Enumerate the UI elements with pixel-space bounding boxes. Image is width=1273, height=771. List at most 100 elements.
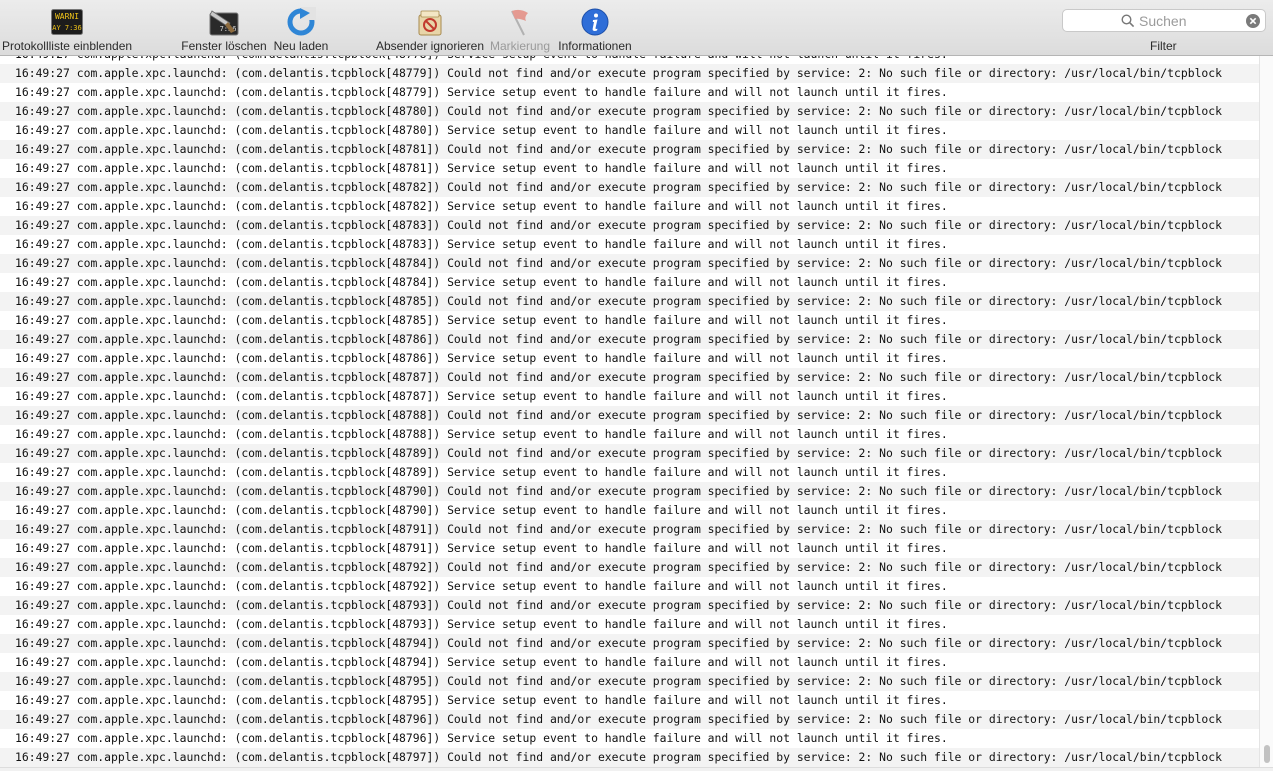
- log-service: com.delantis.tcpblock: [241, 522, 386, 536]
- log-service: com.delantis.tcpblock: [241, 294, 386, 308]
- log-message: Could not find and/or execute program sp…: [447, 180, 1223, 194]
- log-process: com.apple.xpc.launchd:: [76, 674, 228, 688]
- log-row[interactable]: 16:49:27 com.apple.xpc.launchd: (com.del…: [0, 330, 1259, 349]
- scroll-thumb[interactable]: [1264, 745, 1270, 763]
- markierung-button[interactable]: Markierung: [489, 0, 551, 56]
- log-time: 16:49:27: [15, 446, 70, 460]
- log-process: com.apple.xpc.launchd:: [76, 655, 228, 669]
- log-message: Could not find and/or execute program sp…: [447, 712, 1223, 726]
- log-row[interactable]: 16:49:27 com.apple.xpc.launchd: (com.del…: [0, 349, 1259, 368]
- log-row[interactable]: 16:49:27 com.apple.xpc.launchd: (com.del…: [0, 387, 1259, 406]
- log-message: Could not find and/or execute program sp…: [447, 636, 1223, 650]
- log-row[interactable]: 16:49:27 com.apple.xpc.launchd: (com.del…: [0, 64, 1259, 83]
- log-pid: 48795: [392, 674, 427, 688]
- log-time: 16:49:27: [15, 104, 70, 118]
- log-service: com.delantis.tcpblock: [241, 503, 386, 517]
- log-pid: 48789: [392, 446, 427, 460]
- log-row[interactable]: 16:49:27 com.apple.xpc.launchd: (com.del…: [0, 425, 1259, 444]
- log-view[interactable]: 16:49:27 com.apple.xpc.launchd: (com.del…: [0, 56, 1259, 767]
- log-message: Could not find and/or execute program sp…: [447, 446, 1223, 460]
- log-row[interactable]: 16:49:27 com.apple.xpc.launchd: (com.del…: [0, 83, 1259, 102]
- log-row[interactable]: 16:49:27 com.apple.xpc.launchd: (com.del…: [0, 729, 1259, 748]
- log-message: Service setup event to handle failure an…: [447, 161, 948, 175]
- neu-laden-button[interactable]: Neu laden: [272, 0, 330, 56]
- log-process: com.apple.xpc.launchd:: [76, 636, 228, 650]
- log-row[interactable]: 16:49:27 com.apple.xpc.launchd: (com.del…: [0, 463, 1259, 482]
- fenster-loeschen-label: Fenster löschen: [181, 39, 267, 53]
- log-row[interactable]: 16:49:27 com.apple.xpc.launchd: (com.del…: [0, 577, 1259, 596]
- log-process: com.apple.xpc.launchd:: [76, 541, 228, 555]
- info-icon: [579, 6, 611, 38]
- log-row[interactable]: 16:49:27 com.apple.xpc.launchd: (com.del…: [0, 748, 1259, 767]
- log-service: com.delantis.tcpblock: [241, 313, 386, 327]
- log-row[interactable]: 16:49:27 com.apple.xpc.launchd: (com.del…: [0, 102, 1259, 121]
- log-row[interactable]: 16:49:27 com.apple.xpc.launchd: (com.del…: [0, 56, 1259, 64]
- log-row[interactable]: 16:49:27 com.apple.xpc.launchd: (com.del…: [0, 216, 1259, 235]
- log-process: com.apple.xpc.launchd:: [76, 142, 228, 156]
- log-row[interactable]: 16:49:27 com.apple.xpc.launchd: (com.del…: [0, 159, 1259, 178]
- log-row[interactable]: 16:49:27 com.apple.xpc.launchd: (com.del…: [0, 539, 1259, 558]
- log-row[interactable]: 16:49:27 com.apple.xpc.launchd: (com.del…: [0, 691, 1259, 710]
- log-row[interactable]: 16:49:27 com.apple.xpc.launchd: (com.del…: [0, 254, 1259, 273]
- log-row[interactable]: 16:49:27 com.apple.xpc.launchd: (com.del…: [0, 482, 1259, 501]
- log-row[interactable]: 16:49:27 com.apple.xpc.launchd: (com.del…: [0, 672, 1259, 691]
- log-process: com.apple.xpc.launchd:: [76, 446, 228, 460]
- informationen-button[interactable]: Informationen: [557, 0, 633, 56]
- log-message: Service setup event to handle failure an…: [447, 541, 948, 555]
- log-pid: 48796: [392, 731, 427, 745]
- log-row[interactable]: 16:49:27 com.apple.xpc.launchd: (com.del…: [0, 710, 1259, 729]
- log-process: com.apple.xpc.launchd:: [76, 104, 228, 118]
- log-row[interactable]: 16:49:27 com.apple.xpc.launchd: (com.del…: [0, 634, 1259, 653]
- search-input[interactable]: [1139, 12, 1239, 29]
- log-row[interactable]: 16:49:27 com.apple.xpc.launchd: (com.del…: [0, 197, 1259, 216]
- protokollliste-button[interactable]: WARNI AY 7:36 Protokollliste einblenden: [2, 0, 132, 56]
- log-row[interactable]: 16:49:27 com.apple.xpc.launchd: (com.del…: [0, 596, 1259, 615]
- log-row[interactable]: 16:49:27 com.apple.xpc.launchd: (com.del…: [0, 273, 1259, 292]
- log-pid: 48783: [392, 237, 427, 251]
- log-row[interactable]: 16:49:27 com.apple.xpc.launchd: (com.del…: [0, 558, 1259, 577]
- log-row[interactable]: 16:49:27 com.apple.xpc.launchd: (com.del…: [0, 292, 1259, 311]
- log-process: com.apple.xpc.launchd:: [76, 351, 228, 365]
- clear-search-icon[interactable]: [1246, 14, 1260, 28]
- log-process: com.apple.xpc.launchd:: [76, 617, 228, 631]
- log-row[interactable]: 16:49:27 com.apple.xpc.launchd: (com.del…: [0, 444, 1259, 463]
- log-row[interactable]: 16:49:27 com.apple.xpc.launchd: (com.del…: [0, 501, 1259, 520]
- log-time: 16:49:27: [15, 351, 70, 365]
- log-message: Could not find and/or execute program sp…: [447, 104, 1223, 118]
- log-row[interactable]: 16:49:27 com.apple.xpc.launchd: (com.del…: [0, 140, 1259, 159]
- log-process: com.apple.xpc.launchd:: [76, 712, 228, 726]
- log-pid: 48781: [392, 142, 427, 156]
- log-row[interactable]: 16:49:27 com.apple.xpc.launchd: (com.del…: [0, 311, 1259, 330]
- log-time: 16:49:27: [15, 522, 70, 536]
- log-row[interactable]: 16:49:27 com.apple.xpc.launchd: (com.del…: [0, 520, 1259, 539]
- vertical-scrollbar[interactable]: [1259, 56, 1273, 767]
- log-row[interactable]: 16:49:27 com.apple.xpc.launchd: (com.del…: [0, 615, 1259, 634]
- log-service: com.delantis.tcpblock: [241, 750, 386, 764]
- log-time: 16:49:27: [15, 275, 70, 289]
- log-time: 16:49:27: [15, 237, 70, 251]
- log-row[interactable]: 16:49:27 com.apple.xpc.launchd: (com.del…: [0, 653, 1259, 672]
- log-service: com.delantis.tcpblock: [241, 161, 386, 175]
- log-message: Service setup event to handle failure an…: [447, 237, 948, 251]
- log-pid: 48786: [392, 351, 427, 365]
- log-service: com.delantis.tcpblock: [241, 256, 386, 270]
- log-service: com.delantis.tcpblock: [241, 598, 386, 612]
- informationen-label: Informationen: [558, 39, 632, 53]
- log-row[interactable]: 16:49:27 com.apple.xpc.launchd: (com.del…: [0, 368, 1259, 387]
- horizontal-scrollbar[interactable]: [0, 767, 1273, 771]
- log-row[interactable]: 16:49:27 com.apple.xpc.launchd: (com.del…: [0, 235, 1259, 254]
- log-pid: 48793: [392, 598, 427, 612]
- log-process: com.apple.xpc.launchd:: [76, 503, 228, 517]
- log-message: Could not find and/or execute program sp…: [447, 484, 1223, 498]
- log-time: 16:49:27: [15, 503, 70, 517]
- search-field[interactable]: [1062, 9, 1266, 32]
- fenster-loeschen-button[interactable]: 7:36 Fenster löschen: [181, 0, 267, 56]
- log-row[interactable]: 16:49:27 com.apple.xpc.launchd: (com.del…: [0, 178, 1259, 197]
- absender-ignorieren-button[interactable]: Absender ignorieren: [375, 0, 485, 56]
- log-process: com.apple.xpc.launchd:: [76, 750, 228, 764]
- log-row[interactable]: 16:49:27 com.apple.xpc.launchd: (com.del…: [0, 406, 1259, 425]
- log-time: 16:49:27: [15, 579, 70, 593]
- log-service: com.delantis.tcpblock: [241, 579, 386, 593]
- log-row[interactable]: 16:49:27 com.apple.xpc.launchd: (com.del…: [0, 121, 1259, 140]
- log-service: com.delantis.tcpblock: [241, 712, 386, 726]
